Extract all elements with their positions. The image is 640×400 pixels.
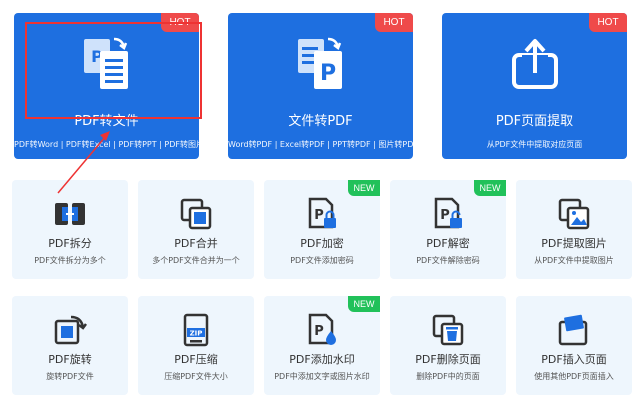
rotate-icon bbox=[54, 315, 87, 345]
tool-title: PDF删除页面 bbox=[415, 353, 481, 366]
tool-title: PDF解密 bbox=[426, 237, 470, 250]
tool-subtitle: 旋转PDF文件 bbox=[46, 372, 94, 381]
card-subtitle: PDF转Word | PDF转Excel | PDF转PPT | PDF转图片 bbox=[14, 140, 199, 149]
card-title: 文件转PDF bbox=[288, 114, 353, 129]
svg-text:P: P bbox=[319, 61, 335, 86]
tool-pdf-merge[interactable]: PDF合并 多个PDF文件合并为一个 bbox=[138, 180, 254, 279]
tool-subtitle: 从PDF文件中提取图片 bbox=[534, 256, 614, 265]
tool-title: PDF加密 bbox=[300, 237, 344, 250]
tool-subtitle: PDF文件添加密码 bbox=[290, 256, 354, 265]
card-file-to-pdf[interactable]: HOT P 文件转PDF Word转PDF | Excel转PDF | PPT转… bbox=[228, 13, 413, 159]
zip-icon: ZIP bbox=[183, 313, 209, 347]
tool-pdf-compress[interactable]: ZIP PDF压缩 压缩PDF文件大小 bbox=[138, 296, 254, 395]
new-badge: NEW bbox=[348, 296, 380, 312]
watermark-icon: P bbox=[308, 313, 336, 345]
tool-pdf-split[interactable]: PDF拆分 PDF文件拆分为多个 bbox=[12, 180, 128, 279]
tool-title: PDF旋转 bbox=[48, 353, 92, 366]
lock-file-icon: P bbox=[308, 197, 336, 229]
delete-page-icon bbox=[432, 314, 464, 346]
tool-subtitle: 使用其他PDF页面插入 bbox=[534, 372, 614, 381]
tool-title: PDF插入页面 bbox=[541, 353, 607, 366]
tool-pdf-watermark[interactable]: NEW P PDF添加水印 PDF中添加文字或图片水印 bbox=[264, 296, 380, 395]
tool-subtitle: PDF中添加文字或图片水印 bbox=[274, 372, 370, 381]
card-subtitle: Word转PDF | Excel转PDF | PPT转PDF | 图片转PDF bbox=[228, 140, 413, 149]
svg-text:P: P bbox=[314, 208, 324, 223]
svg-text:P: P bbox=[314, 324, 324, 339]
highlight-box bbox=[25, 22, 202, 119]
new-badge: NEW bbox=[474, 180, 506, 196]
svg-text:P: P bbox=[440, 208, 450, 223]
unlock-file-icon: P bbox=[434, 197, 462, 229]
tool-subtitle: 删除PDF中的页面 bbox=[416, 372, 480, 381]
tool-subtitle: 压缩PDF文件大小 bbox=[164, 372, 228, 381]
tool-pdf-encrypt[interactable]: NEW P PDF加密 PDF文件添加密码 bbox=[264, 180, 380, 279]
tool-subtitle: PDF文件解除密码 bbox=[416, 256, 480, 265]
card-subtitle: 从PDF文件中提取对应页面 bbox=[486, 140, 583, 149]
tool-subtitle: 多个PDF文件合并为一个 bbox=[152, 256, 240, 265]
hot-badge: HOT bbox=[589, 13, 627, 32]
zip-label: ZIP bbox=[190, 330, 203, 338]
hot-badge: HOT bbox=[375, 13, 413, 32]
merge-icon bbox=[180, 198, 212, 230]
tool-pdf-extract-images[interactable]: PDF提取图片 从PDF文件中提取图片 bbox=[516, 180, 632, 279]
tool-title: PDF合并 bbox=[174, 237, 218, 250]
card-pdf-page-extract[interactable]: HOT PDF页面提取 从PDF文件中提取对应页面 bbox=[442, 13, 627, 159]
card-title: PDF页面提取 bbox=[495, 114, 574, 129]
tool-pdf-decrypt[interactable]: NEW P PDF解密 PDF文件解除密码 bbox=[390, 180, 506, 279]
tool-subtitle: PDF文件拆分为多个 bbox=[34, 256, 106, 265]
new-badge: NEW bbox=[348, 180, 380, 196]
tool-pdf-rotate[interactable]: PDF旋转 旋转PDF文件 bbox=[12, 296, 128, 395]
tool-title: PDF添加水印 bbox=[289, 353, 355, 366]
tool-title: PDF拆分 bbox=[48, 237, 92, 250]
insert-page-icon bbox=[558, 314, 588, 346]
tool-title: PDF压缩 bbox=[174, 353, 218, 366]
tool-pdf-delete-pages[interactable]: PDF删除页面 删除PDF中的页面 bbox=[390, 296, 506, 395]
tool-title: PDF提取图片 bbox=[541, 237, 607, 250]
tool-pdf-insert-pages[interactable]: PDF插入页面 使用其他PDF页面插入 bbox=[516, 296, 632, 395]
page-extract-icon bbox=[511, 39, 558, 89]
split-icon bbox=[55, 203, 85, 225]
image-extract-icon bbox=[558, 198, 590, 230]
file-to-pdf-icon: P bbox=[297, 37, 342, 89]
